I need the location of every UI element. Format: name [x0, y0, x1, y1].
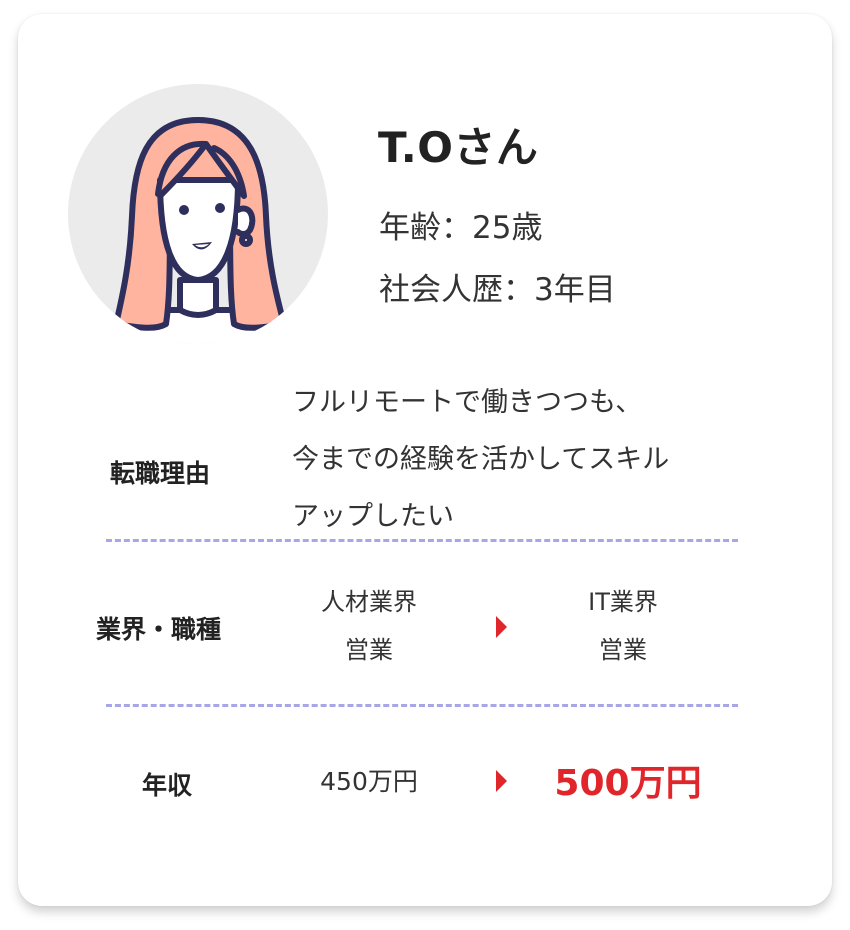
profile-name: T.Oさん — [378, 123, 539, 172]
new-salary: 500万円 — [554, 763, 702, 804]
woman-avatar-icon — [68, 84, 328, 344]
new-job-type: 営業 — [599, 636, 647, 664]
divider — [106, 539, 738, 542]
reason-line: フルリモートで働きつつも、 — [292, 387, 643, 418]
previous-industry: 人材業界 営業 — [294, 578, 444, 674]
reason-line: アップしたい — [292, 501, 454, 532]
divider — [106, 704, 738, 707]
industry-label: 業界・職種 — [96, 615, 222, 644]
profile-career: 社会人歴：3年目 — [379, 272, 616, 308]
profile-age: 年齢：25歳 — [379, 210, 543, 246]
reason-text: フルリモートで働きつつも、 今までの経験を活かしてスキル アップしたい — [292, 374, 762, 545]
profile-card: T.Oさん 年齢：25歳 社会人歴：3年目 転職理由 フルリモートで働きつつも、… — [18, 14, 832, 906]
previous-job-type: 営業 — [345, 636, 393, 664]
arrow-right-icon — [496, 616, 507, 638]
arrow-right-icon — [496, 770, 507, 792]
salary-label: 年収 — [141, 771, 192, 800]
reason-line: 今までの経験を活かしてスキル — [292, 444, 670, 475]
previous-industry-name: 人材業界 — [321, 588, 417, 616]
reason-label: 転職理由 — [110, 459, 211, 488]
new-industry-name: IT業界 — [588, 588, 658, 616]
previous-salary: 450万円 — [320, 767, 418, 796]
new-industry: IT業界 営業 — [548, 578, 698, 674]
